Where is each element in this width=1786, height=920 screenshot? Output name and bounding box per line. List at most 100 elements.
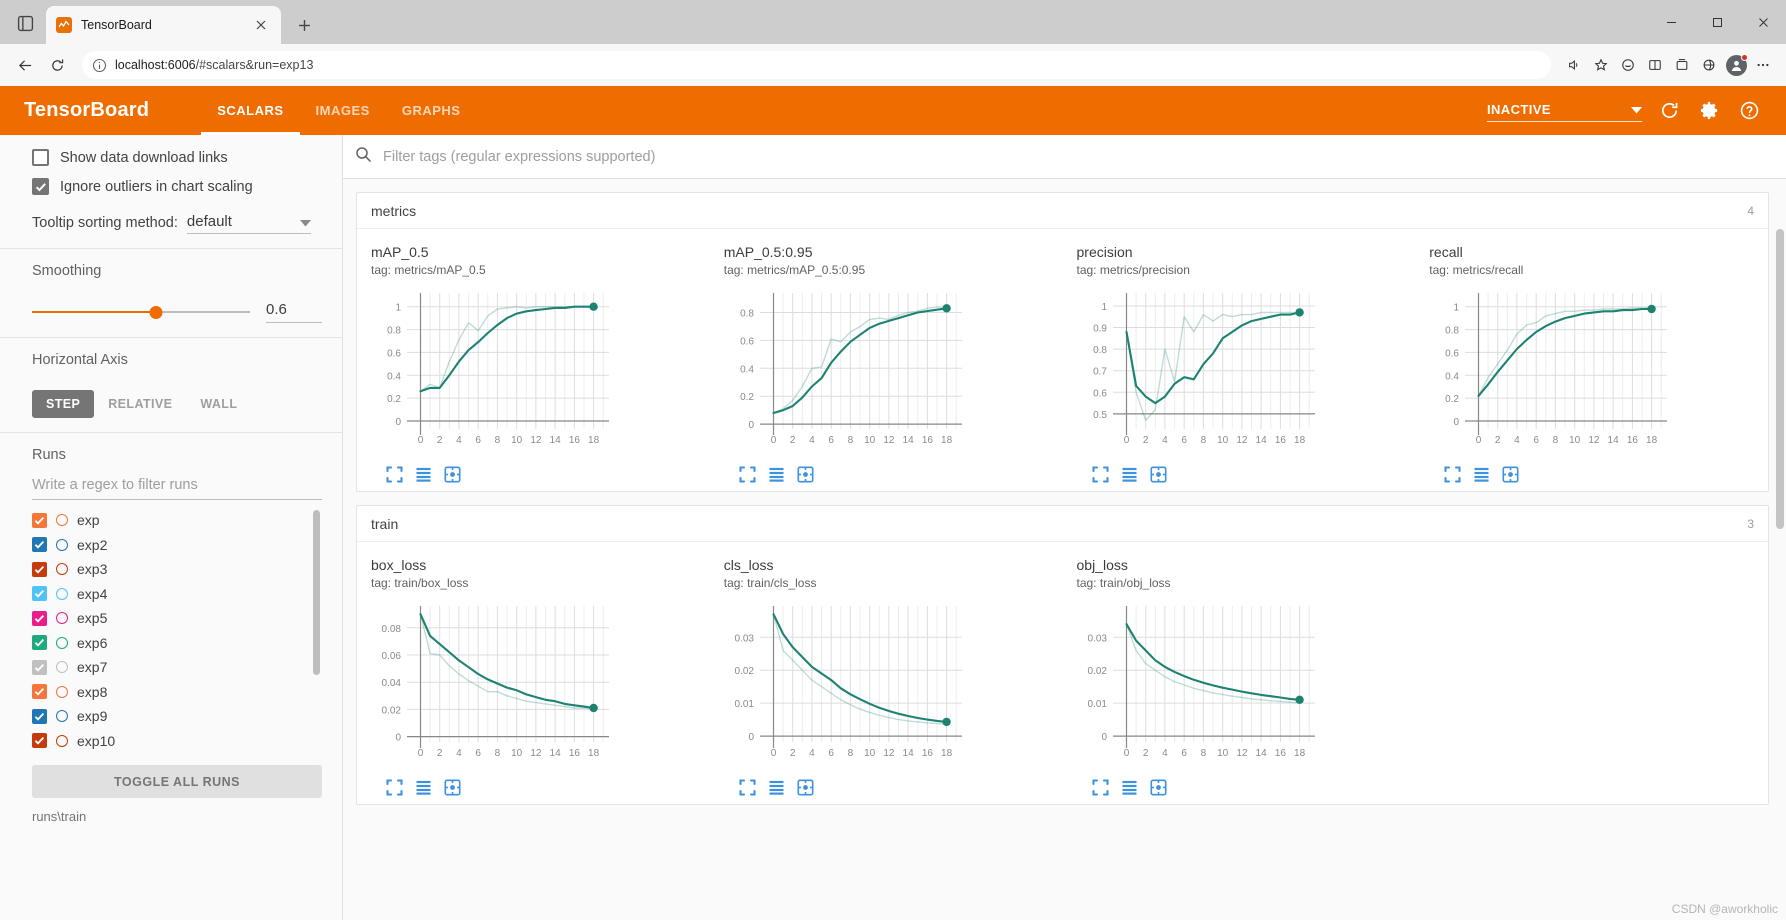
smoothing-value-input[interactable]: 0.6 xyxy=(266,301,322,323)
copilot-icon[interactable] xyxy=(1615,52,1641,78)
fullscreen-icon[interactable] xyxy=(1091,779,1109,796)
run-item-exp5[interactable]: exp5 xyxy=(32,606,306,631)
ignore-outliers-checkbox[interactable]: Ignore outliers in chart scaling xyxy=(32,178,322,195)
chart-plot[interactable]: 0 0.2 0.4 0.6 0.8 1 0 2 4 6 8 10 12 14 16 18 xyxy=(1429,285,1760,460)
run-item-exp10[interactable]: exp10 xyxy=(32,729,306,754)
svg-text:6: 6 xyxy=(828,435,834,446)
chart-tag: tag: metrics/recall xyxy=(1429,263,1524,278)
run-checkbox[interactable] xyxy=(32,733,47,749)
svg-text:4: 4 xyxy=(1162,748,1168,759)
tag-filter-input[interactable]: Filter tags (regular expressions support… xyxy=(383,149,655,165)
run-status-select[interactable]: INACTIVE xyxy=(1487,100,1642,122)
runs-filter-input[interactable]: Write a regex to filter runs xyxy=(32,477,322,500)
chart-plot[interactable]: 0 0.2 0.4 0.6 0.8 1 0 2 4 6 8 10 12 14 16 18 xyxy=(371,285,702,460)
fullscreen-icon[interactable] xyxy=(1091,466,1109,483)
split-screen-icon[interactable] xyxy=(1642,52,1668,78)
run-checkbox[interactable] xyxy=(32,684,47,700)
collections-icon[interactable] xyxy=(1669,52,1695,78)
profile-avatar[interactable] xyxy=(1723,52,1749,78)
data-table-icon[interactable] xyxy=(415,466,432,483)
run-checkbox[interactable] xyxy=(32,537,47,553)
star-icon[interactable] xyxy=(1588,52,1614,78)
run-checkbox[interactable] xyxy=(32,635,47,651)
smoothing-slider[interactable] xyxy=(32,305,250,319)
data-table-icon[interactable] xyxy=(1121,466,1138,483)
chart-plot[interactable]: 0 0.2 0.4 0.6 0.8 0 2 4 6 8 10 12 14 16 18 xyxy=(724,285,1055,460)
close-icon[interactable] xyxy=(251,15,271,35)
run-item-exp6[interactable]: exp6 xyxy=(32,631,306,656)
tab-graphs[interactable]: GRAPHS xyxy=(386,86,477,135)
data-table-icon[interactable] xyxy=(1473,466,1490,483)
reload-button[interactable] xyxy=(42,50,72,80)
address-bar[interactable]: localhost:6006/#scalars&run=exp13 xyxy=(82,51,1551,79)
axis-option-relative[interactable]: RELATIVE xyxy=(94,390,186,418)
chart-plot[interactable]: 0.5 0.6 0.7 0.8 0.9 1 0 2 4 6 8 10 12 14 16 18 xyxy=(1077,285,1408,460)
minimize-button[interactable] xyxy=(1648,0,1694,44)
data-table-icon[interactable] xyxy=(1121,779,1138,796)
svg-text:4: 4 xyxy=(456,435,462,446)
axis-option-step[interactable]: STEP xyxy=(32,390,95,418)
tab-images[interactable]: IMAGES xyxy=(300,86,386,135)
help-circle-icon[interactable] xyxy=(1736,98,1762,124)
chart-plot[interactable]: 0 0.02 0.04 0.06 0.08 0 2 4 6 8 10 12 14 16 18 xyxy=(371,598,702,773)
chart-group-header[interactable]: train 3 xyxy=(357,506,1768,543)
svg-text:18: 18 xyxy=(941,748,953,759)
tooltip-sorting-row: Tooltip sorting method: default xyxy=(32,213,322,234)
reset-axis-icon[interactable] xyxy=(1502,466,1519,483)
maximize-button[interactable] xyxy=(1694,0,1740,44)
run-checkbox[interactable] xyxy=(32,610,47,626)
back-button[interactable] xyxy=(10,50,40,80)
read-aloud-icon[interactable] xyxy=(1561,52,1587,78)
run-checkbox[interactable] xyxy=(32,561,47,577)
run-checkbox[interactable] xyxy=(32,512,47,528)
data-table-icon[interactable] xyxy=(768,466,785,483)
reset-axis-icon[interactable] xyxy=(444,466,461,483)
data-table-icon[interactable] xyxy=(768,779,785,796)
main-scrollbar[interactable] xyxy=(1776,229,1784,529)
reset-axis-icon[interactable] xyxy=(444,779,461,796)
run-item-exp2[interactable]: exp2 xyxy=(32,533,306,558)
slider-thumb[interactable] xyxy=(149,305,163,319)
run-checkbox[interactable] xyxy=(32,708,47,724)
axis-option-wall[interactable]: WALL xyxy=(186,390,251,418)
run-item-exp3[interactable]: exp3 xyxy=(32,557,306,582)
reload-button[interactable] xyxy=(1656,98,1682,124)
run-item-exp[interactable]: exp xyxy=(32,508,306,533)
runs-scrollbar[interactable] xyxy=(313,510,320,675)
fullscreen-icon[interactable] xyxy=(739,779,756,796)
browser-essentials-icon[interactable] xyxy=(1696,52,1722,78)
toggle-all-runs-button[interactable]: TOGGLE ALL RUNS xyxy=(32,765,322,798)
svg-text:2: 2 xyxy=(437,435,443,446)
close-window-button[interactable] xyxy=(1740,0,1786,44)
reset-axis-icon[interactable] xyxy=(1149,466,1167,483)
tab-scalars[interactable]: SCALARS xyxy=(201,86,300,135)
run-item-exp9[interactable]: exp9 xyxy=(32,704,306,729)
tag-filter-bar[interactable]: Filter tags (regular expressions support… xyxy=(343,135,1786,179)
chart-plot[interactable]: 0 0.01 0.02 0.03 0 2 4 6 8 10 12 14 16 18 xyxy=(724,598,1055,773)
run-checkbox[interactable] xyxy=(32,586,47,602)
reset-axis-icon[interactable] xyxy=(797,779,814,796)
gear-icon[interactable] xyxy=(1696,98,1722,124)
run-item-exp8[interactable]: exp8 xyxy=(32,680,306,705)
tooltip-sorting-select[interactable]: default xyxy=(186,213,311,234)
run-checkbox[interactable] xyxy=(32,659,47,675)
show-data-download-links-checkbox[interactable]: Show data download links xyxy=(32,149,322,166)
reset-axis-icon[interactable] xyxy=(1149,779,1167,796)
run-item-exp4[interactable]: exp4 xyxy=(32,582,306,607)
run-item-exp7[interactable]: exp7 xyxy=(32,655,306,680)
more-options-icon[interactable] xyxy=(1750,52,1776,78)
chart-plot[interactable]: 0 0.01 0.02 0.03 0 2 4 6 8 10 12 14 16 18 xyxy=(1077,598,1408,773)
run-label: exp4 xyxy=(77,585,108,602)
reset-axis-icon[interactable] xyxy=(797,466,814,483)
fullscreen-icon[interactable] xyxy=(739,466,756,483)
browser-tab[interactable]: TensorBoard xyxy=(46,6,281,44)
data-table-icon[interactable] xyxy=(415,779,432,796)
fullscreen-icon[interactable] xyxy=(386,466,403,483)
tab-list-icon[interactable] xyxy=(8,6,42,40)
chart-group-header[interactable]: metrics 4 xyxy=(357,193,1768,229)
run-label: exp9 xyxy=(77,708,108,725)
new-tab-button[interactable] xyxy=(289,10,319,40)
fullscreen-icon[interactable] xyxy=(1444,466,1461,483)
fullscreen-icon[interactable] xyxy=(386,779,403,796)
svg-text:0: 0 xyxy=(1123,748,1129,759)
